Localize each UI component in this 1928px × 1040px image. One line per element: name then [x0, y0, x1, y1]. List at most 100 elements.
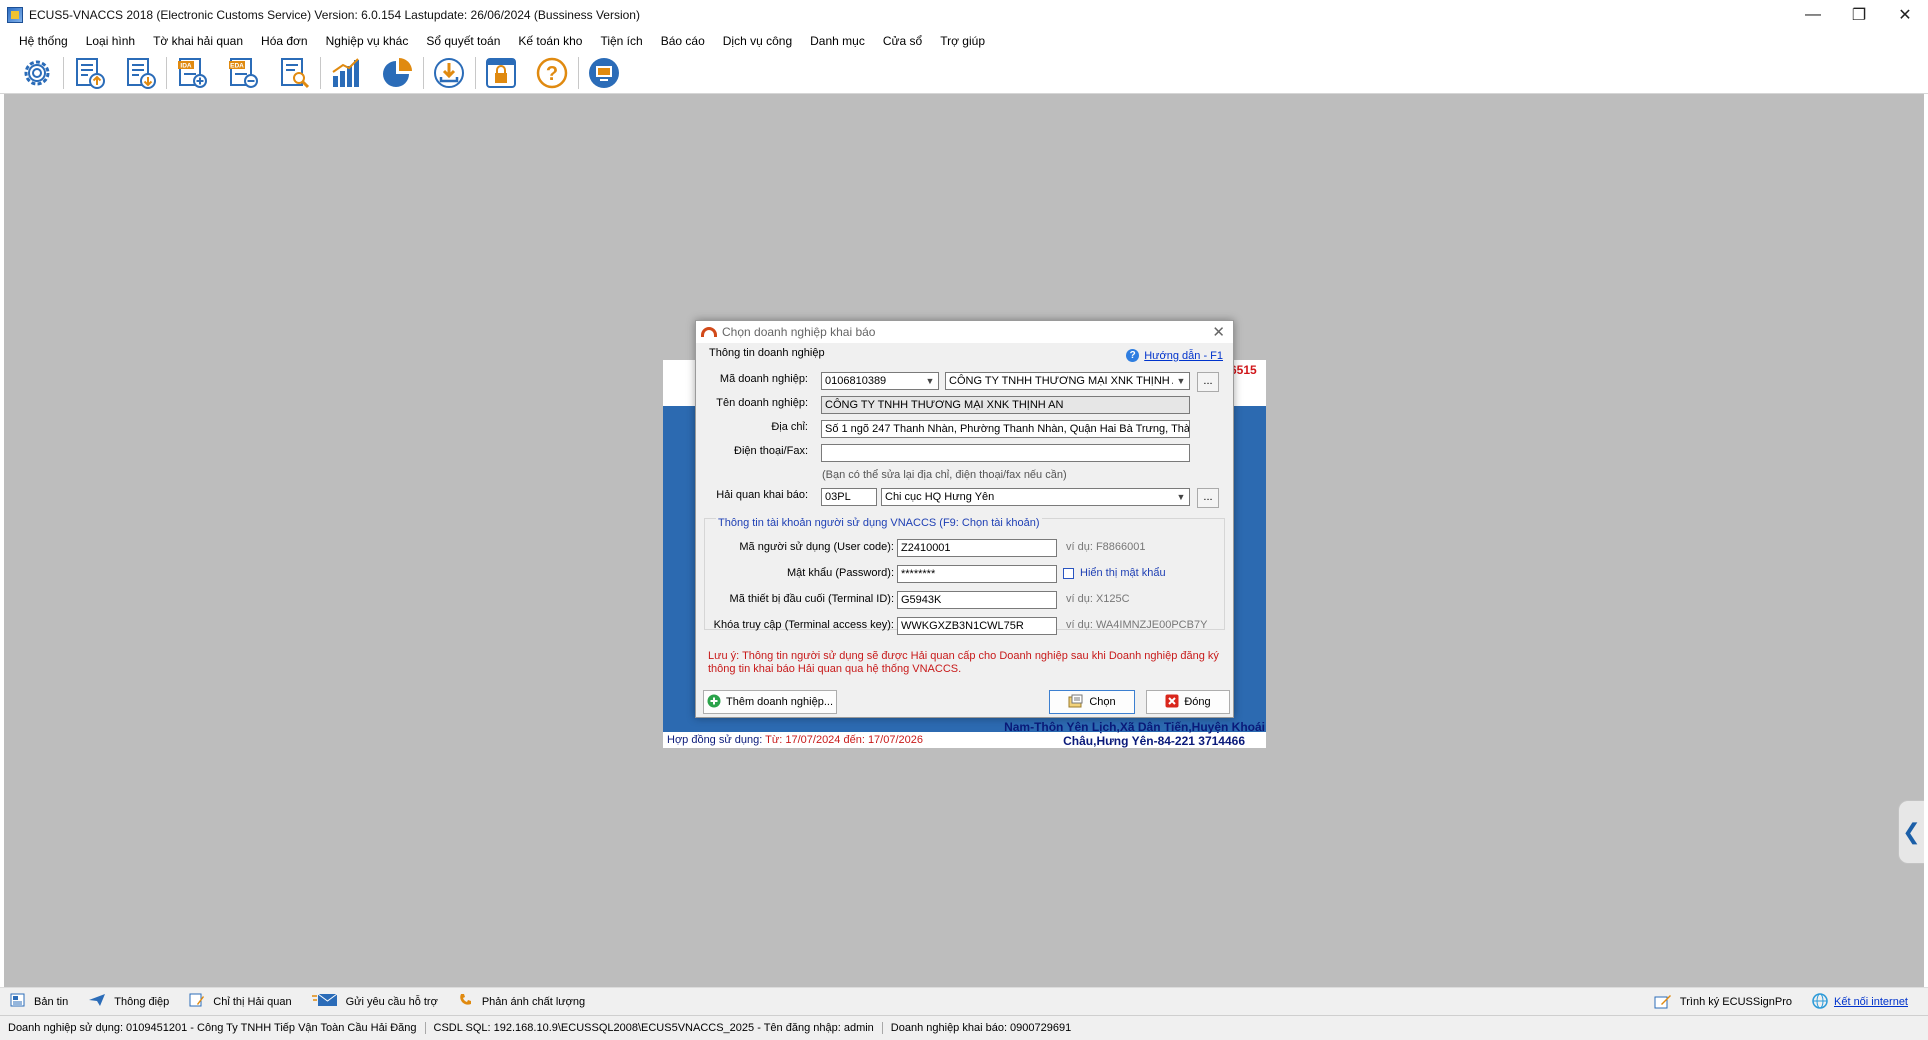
declaration-export-icon[interactable] [68, 54, 110, 92]
terminal-id-field[interactable]: G5943K [897, 591, 1057, 609]
phone-field[interactable] [821, 444, 1190, 462]
toolbar-separator [423, 56, 424, 89]
settings-icon[interactable] [16, 54, 58, 92]
menu-hoa-don[interactable]: Hóa đơn [252, 34, 317, 48]
collapse-panel-tab[interactable]: ❮ [1898, 800, 1924, 864]
ida-icon[interactable]: IDA [171, 54, 213, 92]
dialog-close-icon[interactable]: ✕ [1212, 323, 1225, 341]
sign-pro-link[interactable]: Trình ký ECUSSignPro [1680, 996, 1792, 1008]
password-field[interactable]: ******** [897, 565, 1057, 583]
search-document-icon[interactable] [273, 54, 315, 92]
status-bar: Doanh nghiệp sử dụng: 0109451201 - Công … [0, 1015, 1928, 1040]
help-link-text[interactable]: Hướng dẫn - F1 [1144, 350, 1223, 362]
close-button[interactable]: ✕ [1882, 0, 1928, 30]
mail-icon [311, 993, 338, 1010]
contract-info: Hợp đồng sử dụng: Từ: 17/07/2024 đến: 17… [667, 734, 923, 746]
menu-to-khai-hai-quan[interactable]: Tờ khai hải quan [144, 34, 252, 48]
chevron-down-icon[interactable]: ▼ [1173, 489, 1189, 505]
customs-code-field[interactable]: 03PL [821, 488, 877, 506]
select-button[interactable]: Chọn [1049, 690, 1135, 714]
company-name-combo[interactable]: CÔNG TY TNHH THƯƠNG MẠI XNK THỊNH A ▼ [945, 372, 1190, 390]
customs-instructions-label: Chỉ thị Hải quan [213, 995, 292, 1008]
bar-chart-icon[interactable] [325, 54, 367, 92]
news-button[interactable]: Bản tin [10, 993, 68, 1010]
database-status: CSDL SQL: 192.168.10.9\ECUSSQL2008\ECUS5… [434, 1022, 883, 1034]
menu-danh-muc[interactable]: Danh mục [801, 34, 874, 48]
phone-icon [458, 993, 474, 1010]
toolbar-separator [320, 56, 321, 89]
menu-nghiep-vu-khac[interactable]: Nghiệp vụ khác [317, 34, 418, 48]
close-dialog-label: Đóng [1184, 696, 1211, 708]
declaration-import-icon[interactable] [119, 54, 161, 92]
add-company-button[interactable]: Thêm doanh nghiệp... [703, 690, 837, 714]
menu-cua-so[interactable]: Cửa sổ [874, 34, 931, 48]
quality-feedback-button[interactable]: Phản ánh chất lượng [458, 993, 585, 1010]
add-company-label: Thêm doanh nghiệp... [725, 696, 834, 708]
chevron-left-icon: ❮ [1902, 819, 1921, 844]
phone-label: Điện thoại/Fax: [734, 445, 808, 457]
download-icon[interactable] [428, 54, 470, 92]
menu-ke-toan-kho[interactable]: Kế toán kho [509, 34, 591, 48]
address-field[interactable]: Số 1 ngõ 247 Thanh Nhàn, Phường Thanh Nh… [821, 420, 1190, 438]
eda-label: EDA [230, 62, 244, 69]
monitor-icon[interactable] [583, 54, 625, 92]
show-password-label[interactable]: Hiển thị mật khẩu [1080, 567, 1166, 579]
user-code-example: ví dụ: F8866001 [1066, 541, 1146, 553]
company-code-value: 0106810389 [825, 375, 887, 387]
user-code-label: Mã người sử dụng (User code): [739, 541, 894, 553]
news-label: Bản tin [34, 995, 69, 1008]
company-name-label: Tên doanh nghiệp: [716, 397, 808, 409]
vnaccs-group-title: Thông tin tài khoản người sử dụng VNACCS… [716, 517, 1042, 529]
address-label: Địa chỉ: [771, 421, 808, 433]
lock-icon[interactable] [480, 54, 522, 92]
help-link[interactable]: ? Hướng dẫn - F1 [1126, 349, 1223, 362]
help-icon[interactable]: ? [531, 54, 573, 92]
access-key-label: Khóa truy cập (Terminal access key): [713, 619, 894, 631]
license-address-line1: Nam-Thôn Yên Lịch,Xã Dân Tiến,Huyện Khoá… [1004, 720, 1265, 734]
dialog-title: Chọn doanh nghiệp khai báo [722, 325, 876, 339]
support-request-button[interactable]: Gửi yêu cầu hỗ trợ [311, 993, 438, 1010]
menu-he-thong[interactable]: Hệ thống [10, 34, 77, 48]
support-request-label: Gửi yêu cầu hỗ trợ [345, 995, 438, 1008]
eda-icon[interactable]: EDA [222, 54, 264, 92]
password-label: Mật khẩu (Password): [787, 567, 894, 579]
globe-icon [1812, 992, 1828, 1012]
toolbar-separator [63, 56, 64, 89]
customs-name-combo[interactable]: Chi cục HQ Hưng Yên ▼ [881, 488, 1190, 506]
app-icon [7, 7, 23, 23]
company-code-label: Mã doanh nghiệp: [719, 373, 808, 385]
messages-button[interactable]: Thông điệp [88, 993, 169, 1010]
license-year: 18 [1234, 392, 1251, 409]
select-button-label: Chọn [1089, 696, 1116, 708]
menu-loai-hinh[interactable]: Loại hình [77, 34, 144, 48]
restore-button[interactable]: ❐ [1836, 0, 1882, 30]
user-code-field[interactable]: Z2410001 [897, 539, 1057, 557]
quality-feedback-label: Phản ánh chất lượng [481, 995, 586, 1008]
edit-hint: (Bạn có thể sửa lại địa chỉ, điện thoại/… [822, 469, 1067, 481]
customs-browse-button[interactable]: ... [1197, 488, 1219, 508]
signature-icon [1654, 993, 1672, 1012]
minimize-button[interactable]: — [1790, 0, 1836, 30]
close-dialog-button[interactable]: Đóng [1146, 690, 1230, 714]
pie-chart-icon[interactable] [376, 54, 418, 92]
news-icon [10, 993, 26, 1010]
terminal-id-example: ví dụ: X125C [1066, 593, 1130, 605]
chevron-down-icon[interactable]: ▼ [922, 373, 938, 389]
menu-tro-giup[interactable]: Trợ giúp [931, 34, 994, 48]
menu-so-quyet-toan[interactable]: Sổ quyết toán [417, 34, 509, 48]
company-browse-button[interactable]: ... [1197, 372, 1219, 392]
menu-dich-vu-cong[interactable]: Dịch vụ công [714, 34, 801, 48]
select-company-dialog: Chọn doanh nghiệp khai báo ✕ Thông tin d… [695, 320, 1234, 718]
select-icon [1068, 694, 1084, 711]
internet-link[interactable]: Kết nối internet [1834, 996, 1908, 1008]
customs-instructions-button[interactable]: Chỉ thị Hải quan [189, 993, 292, 1010]
menu-tien-ich[interactable]: Tiện ích [591, 34, 651, 48]
toolbar-separator [475, 56, 476, 89]
access-key-field[interactable]: WWKGXZB3N1CWL75R [897, 617, 1057, 635]
help-icon: ? [1126, 349, 1140, 362]
company-code-combo[interactable]: 0106810389 ▼ [821, 372, 939, 390]
customs-name-value: Chi cục HQ Hưng Yên [885, 491, 995, 503]
show-password-checkbox[interactable] [1063, 568, 1074, 579]
menu-bao-cao[interactable]: Báo cáo [652, 34, 714, 48]
chevron-down-icon[interactable]: ▼ [1173, 373, 1189, 389]
